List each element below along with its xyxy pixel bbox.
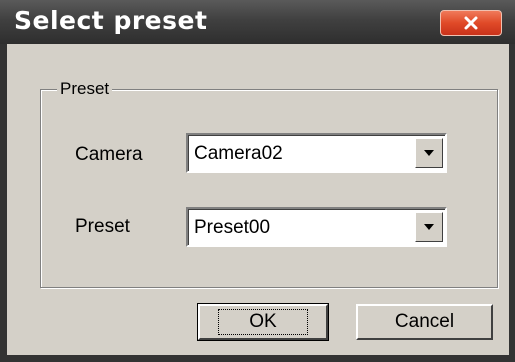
ok-button[interactable]: OK xyxy=(197,303,329,341)
cancel-button[interactable]: Cancel xyxy=(356,304,493,340)
close-button[interactable] xyxy=(440,10,502,36)
select-preset-dialog: Select preset Preset Camera Camera02 Pre… xyxy=(0,0,515,362)
preset-select-value: Preset00 xyxy=(194,217,271,238)
chevron-down-icon xyxy=(424,150,434,156)
camera-dropdown-button[interactable] xyxy=(415,138,443,168)
preset-groupbox: Preset Camera Camera02 Preset Preset00 xyxy=(40,79,498,288)
title-bar[interactable]: Select preset xyxy=(0,0,515,44)
camera-label: Camera xyxy=(75,144,143,165)
dialog-title: Select preset xyxy=(14,6,208,35)
ok-button-label: OK xyxy=(218,309,308,335)
preset-select[interactable]: Preset00 xyxy=(186,207,447,247)
groupbox-title: Preset xyxy=(57,79,113,99)
camera-select-value: Camera02 xyxy=(194,143,283,164)
close-icon xyxy=(464,16,478,30)
preset-label: Preset xyxy=(75,216,130,237)
chevron-down-icon xyxy=(424,224,434,230)
dialog-body: Preset Camera Camera02 Preset Preset00 O… xyxy=(7,44,509,355)
cancel-button-label: Cancel xyxy=(394,311,455,332)
preset-dropdown-button[interactable] xyxy=(415,212,443,242)
camera-select[interactable]: Camera02 xyxy=(186,133,447,173)
